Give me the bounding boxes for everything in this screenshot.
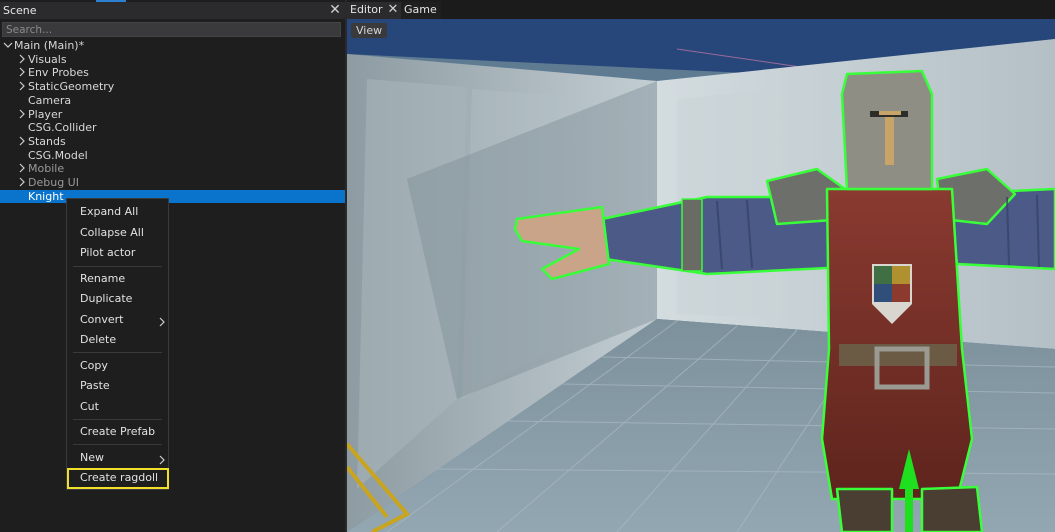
editor-tab-bar: Editor ✕ Game: [347, 0, 1055, 19]
menu-item-label: New: [80, 450, 104, 464]
chevron-right-icon[interactable]: [18, 54, 28, 68]
tab-editor-label: Editor: [350, 3, 383, 16]
scene-title: Scene: [3, 4, 37, 17]
tree-item[interactable]: Camera: [0, 94, 345, 108]
tree-item[interactable]: Mobile: [0, 162, 345, 176]
chevron-right-icon[interactable]: [18, 163, 28, 177]
menu-separator: [73, 418, 162, 420]
chevron-right-icon[interactable]: [18, 81, 28, 95]
tree-item-label: CSG.Model: [28, 148, 88, 162]
tree-item-label: StaticGeometry: [28, 80, 115, 94]
menu-item-label: Delete: [80, 333, 117, 346]
tab-editor[interactable]: Editor ✕: [347, 2, 401, 19]
menu-item-label: Convert: [80, 312, 124, 326]
menu-item-rename[interactable]: Rename: [67, 270, 168, 288]
menu-item-new[interactable]: New: [67, 449, 168, 467]
menu-item-label: Copy: [80, 358, 108, 372]
highlight-outline: [67, 467, 169, 489]
menu-item-expand-all[interactable]: Expand All: [67, 203, 168, 221]
menu-item-copy[interactable]: Copy: [67, 357, 168, 375]
tree-item-label: Main (Main)*: [14, 39, 85, 52]
tree-item-label: Visuals: [28, 52, 67, 66]
menu-item-duplicate[interactable]: Duplicate: [67, 290, 168, 308]
tree-item-label: CSG.Collider: [28, 121, 97, 135]
close-icon[interactable]: ✕: [329, 2, 341, 18]
tree-item-label: Debug UI: [28, 176, 79, 189]
menu-separator: [73, 352, 162, 353]
chevron-right-icon[interactable]: [18, 177, 28, 191]
menu-item-pilot-actor[interactable]: Pilot actor: [67, 244, 168, 262]
menu-item-label: Create Prefab: [80, 425, 156, 438]
tree-item[interactable]: Env Probes: [0, 66, 345, 80]
menu-item-convert[interactable]: Convert: [67, 311, 168, 329]
menu-item-label: Duplicate: [80, 292, 133, 305]
menu-item-create-prefab[interactable]: Create Prefab: [67, 423, 168, 441]
menu-item-label: Pilot actor: [80, 246, 136, 259]
chevron-right-icon[interactable]: [18, 67, 28, 81]
tree-item[interactable]: Stands: [0, 135, 345, 149]
viewport-render: [347, 19, 1055, 532]
tree-item[interactable]: Player: [0, 108, 345, 122]
menu-item-collapse-all[interactable]: Collapse All: [67, 224, 168, 242]
tree-item[interactable]: Debug UI: [0, 176, 345, 190]
scene-panel: Scene ✕ Main (Main)*VisualsEnv ProbesSta…: [0, 0, 345, 532]
tree-item[interactable]: StaticGeometry: [0, 80, 345, 94]
tree-item[interactable]: CSG.Collider: [0, 121, 345, 135]
search-input[interactable]: [2, 22, 341, 37]
tree-item-label: Mobile: [28, 162, 65, 176]
tree-item-label: Env Probes: [28, 66, 89, 80]
chevron-right-icon[interactable]: [18, 109, 28, 123]
tree-item-label: Camera: [28, 93, 72, 107]
menu-item-label: Paste: [80, 379, 110, 392]
tab-game-label: Game: [404, 3, 437, 16]
tree-item-label: Knight: [28, 189, 64, 203]
menu-item-paste[interactable]: Paste: [67, 377, 168, 395]
menu-item-label: Collapse All: [80, 225, 144, 239]
menu-item-delete[interactable]: Delete: [67, 331, 168, 349]
menu-item-label: Cut: [80, 399, 99, 413]
context-menu: Expand All Collapse All Pilot actor Rename D…: [66, 198, 169, 490]
tree-item[interactable]: Knight: [0, 189, 345, 204]
menu-separator: [73, 443, 162, 445]
tree-item[interactable]: CSG.Model: [0, 149, 345, 163]
menu-item-label: Rename: [80, 271, 126, 285]
menu-item-label: Expand All: [80, 205, 139, 218]
close-icon[interactable]: ✕: [387, 2, 399, 17]
tree-item-label: Stands: [28, 134, 66, 148]
scene-header: Scene ✕: [0, 2, 345, 19]
tree-root-main[interactable]: Main (Main)*: [0, 39, 345, 53]
view-button[interactable]: View: [351, 23, 388, 38]
menu-item-cut[interactable]: Cut: [67, 398, 168, 416]
menu-separator: [73, 265, 162, 267]
chevron-right-icon[interactable]: [18, 136, 28, 150]
tree-item[interactable]: Visuals: [0, 53, 345, 67]
scene-viewport[interactable]: View: [347, 19, 1055, 532]
tree-item-label: Player: [28, 107, 63, 121]
chevron-right-icon: [159, 315, 165, 333]
tab-game[interactable]: Game: [401, 2, 441, 19]
